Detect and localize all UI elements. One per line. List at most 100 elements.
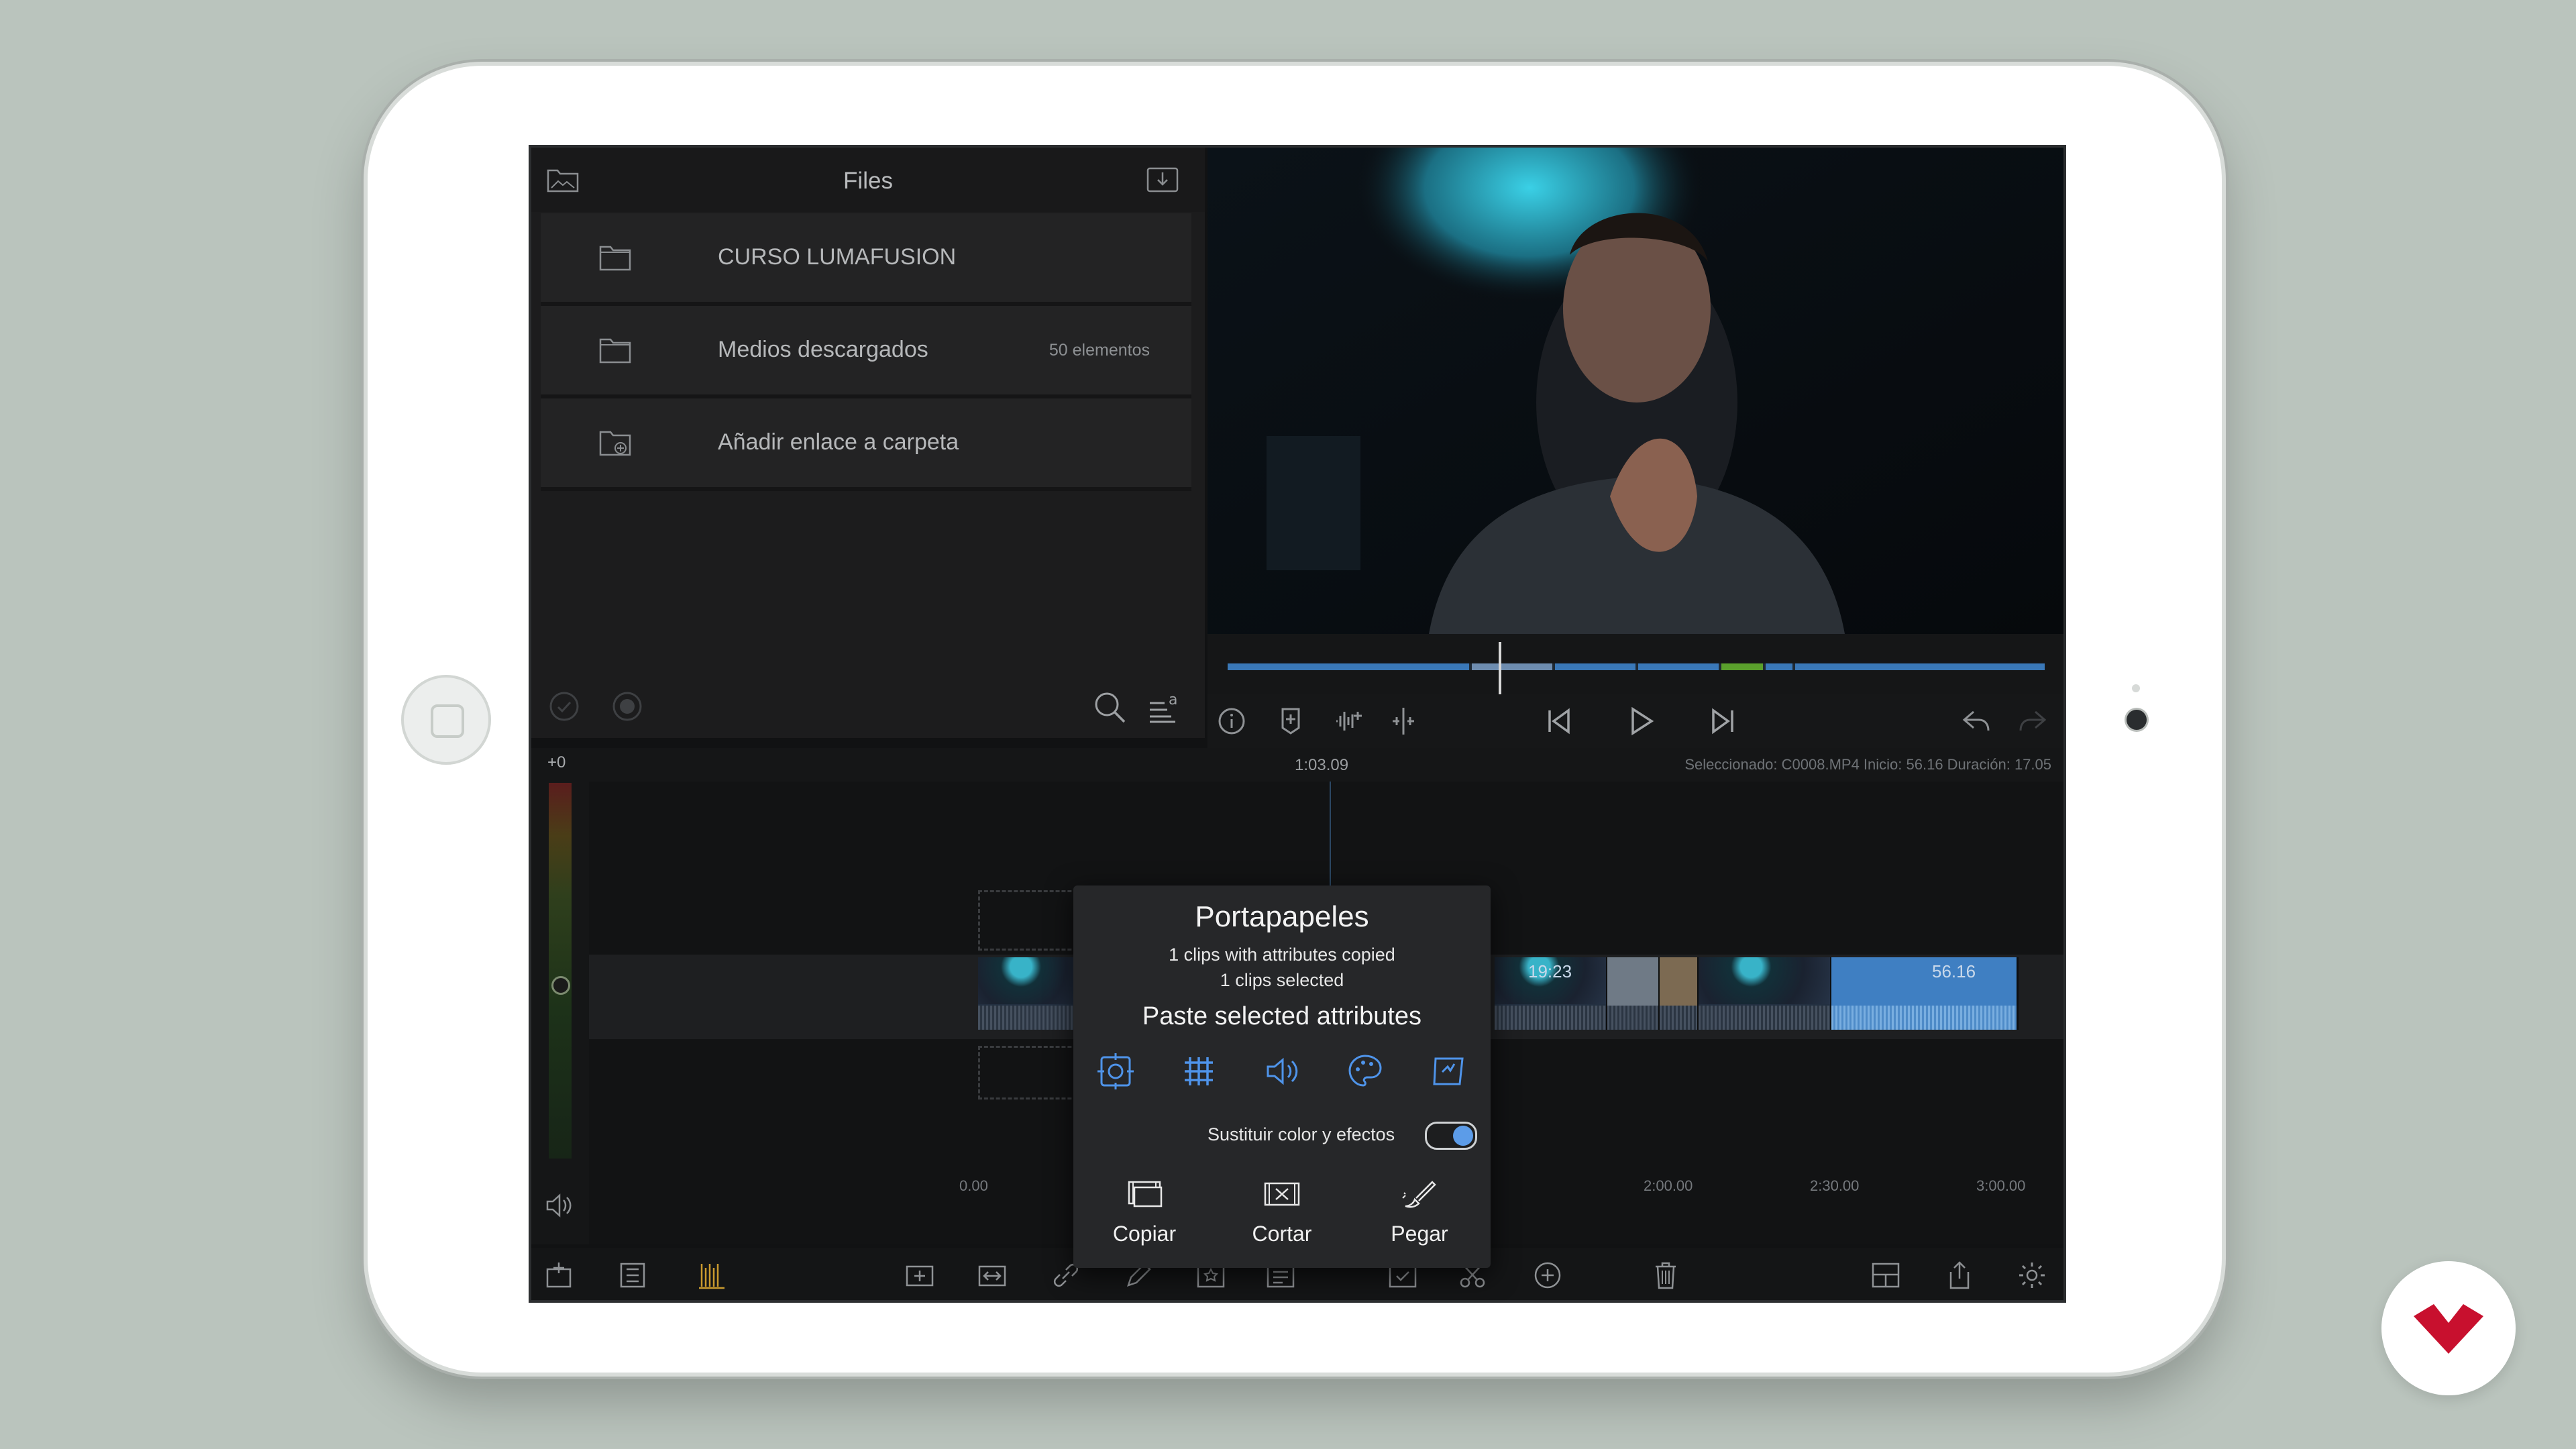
folder-label: Medios descargados xyxy=(718,337,928,362)
frame-fit-icon[interactable] xyxy=(1096,1052,1135,1091)
track-list-icon[interactable] xyxy=(617,1260,648,1291)
scrub-playhead[interactable] xyxy=(1499,642,1501,696)
clip-waveform xyxy=(1831,1006,2017,1030)
audio-icon[interactable] xyxy=(1263,1052,1301,1091)
speed-icon[interactable] xyxy=(1429,1052,1468,1091)
grid-effects-icon[interactable] xyxy=(1179,1052,1218,1091)
selection-info: Seleccionado: C0008.MP4 Inicio: 56.16 Du… xyxy=(1684,756,2051,773)
color-palette-icon[interactable] xyxy=(1346,1052,1385,1091)
folder-label: CURSO LUMAFUSION xyxy=(718,244,957,270)
replace-color-effects-toggle[interactable] xyxy=(1425,1122,1477,1150)
meter-bar xyxy=(549,783,572,1159)
add-track-icon[interactable] xyxy=(543,1260,574,1291)
preview-viewer[interactable] xyxy=(1208,148,2063,634)
files-title: Files xyxy=(843,168,893,194)
proximity-sensor xyxy=(2132,684,2140,692)
popover-selected-count: 1 clips selected xyxy=(1220,970,1344,990)
folder-count: 50 elementos xyxy=(1049,341,1150,360)
folder-row-add-link[interactable]: Añadir enlace a carpeta xyxy=(541,398,1191,491)
brand-logo-mark xyxy=(2414,1304,2483,1354)
folder-icon xyxy=(599,338,631,364)
cut-clip-icon xyxy=(1264,1182,1300,1206)
replace-color-effects-label: Sustituir color y efectos xyxy=(1208,1124,1395,1144)
speaker-icon[interactable] xyxy=(545,1192,574,1219)
add-marker-icon[interactable] xyxy=(1275,705,1307,737)
scrub-segment xyxy=(1228,663,1469,670)
timeline-clip[interactable] xyxy=(1699,957,1832,1030)
add-circle-icon[interactable] xyxy=(1532,1260,1563,1291)
sort-icon[interactable]: a xyxy=(1146,690,1182,726)
redo-icon[interactable] xyxy=(2017,705,2049,737)
import-icon[interactable] xyxy=(1146,166,1179,193)
timeline-clip[interactable]: 19:23 xyxy=(1495,957,1608,1030)
undo-icon[interactable] xyxy=(1960,705,1992,737)
skip-back-icon[interactable] xyxy=(1543,705,1575,737)
folder-icon xyxy=(599,246,631,271)
trash-icon[interactable] xyxy=(1650,1260,1681,1291)
transport-bar xyxy=(1208,694,2063,748)
paste-brush-icon xyxy=(1402,1181,1436,1208)
split-audio-icon[interactable] xyxy=(1387,705,1419,737)
timeline-clip[interactable] xyxy=(1607,957,1660,1030)
scrub-segment xyxy=(1555,663,1635,670)
timeline-ruler[interactable]: 1:03.09 Seleccionado: C0008.MP4 Inicio: … xyxy=(589,748,2063,782)
scrub-segment xyxy=(1638,663,1719,670)
preview-frame-image xyxy=(1208,148,2063,634)
meter-level-label: +0 xyxy=(547,753,566,771)
cut-button[interactable]: Cortar xyxy=(1235,1178,1329,1252)
clip-waveform xyxy=(1607,1006,1658,1030)
insert-clip-icon[interactable] xyxy=(904,1260,935,1291)
playhead-time: 1:03.09 xyxy=(1295,756,1349,774)
share-icon[interactable] xyxy=(1944,1260,1975,1291)
files-panel: Files CURSO LUMAFUSION Medios descargado… xyxy=(531,148,1205,738)
record-icon[interactable] xyxy=(610,690,644,723)
scrub-track[interactable] xyxy=(1228,663,2045,670)
clip-waveform xyxy=(1495,1006,1606,1030)
selected-timeline-clip[interactable]: 56.16 xyxy=(1831,957,2019,1030)
settings-gear-icon[interactable] xyxy=(2017,1260,2047,1291)
home-button[interactable] xyxy=(401,675,491,765)
timeline-clip[interactable] xyxy=(978,957,1087,1030)
toggle-knob xyxy=(1453,1126,1473,1146)
skip-forward-icon[interactable] xyxy=(1707,705,1739,737)
paste-button[interactable]: Pegar xyxy=(1373,1178,1466,1252)
ruler-tick-label: 3:00.00 xyxy=(1976,1177,2026,1194)
scrub-segment xyxy=(1721,663,1763,670)
copy-clip-icon xyxy=(1128,1181,1163,1208)
overwrite-clip-icon[interactable] xyxy=(977,1260,1008,1291)
popover-title: Portapapeles xyxy=(1195,900,1369,933)
info-icon[interactable] xyxy=(1216,705,1248,737)
clipboard-popover: Portapapeles 1 clips with attributes cop… xyxy=(1073,885,1491,1268)
preview-scrubber[interactable] xyxy=(1208,634,2063,696)
add-voiceover-icon[interactable] xyxy=(1332,705,1364,737)
ruler-tick-label: 2:30.00 xyxy=(1810,1177,1860,1194)
select-check-icon[interactable] xyxy=(547,690,581,723)
cut-label: Cortar xyxy=(1252,1222,1312,1246)
clip-thumbnail xyxy=(978,957,1085,1004)
scrub-segment xyxy=(1795,663,2045,670)
clip-label: 19:23 xyxy=(1528,961,1572,981)
folder-row-medios[interactable]: Medios descargados 50 elementos xyxy=(541,306,1191,398)
clip-thumbnail xyxy=(1699,957,1830,1004)
files-header: Files xyxy=(531,148,1205,212)
layout-icon[interactable] xyxy=(1870,1260,1901,1291)
meter-knob[interactable] xyxy=(551,976,570,995)
copy-button[interactable]: Copiar xyxy=(1097,1178,1191,1252)
timeline-zoom-icon[interactable] xyxy=(696,1260,727,1291)
popover-copied-count: 1 clips with attributes copied xyxy=(1169,945,1395,965)
brand-logo xyxy=(2381,1261,2516,1395)
paste-label: Pegar xyxy=(1391,1222,1448,1246)
folder-row-curso[interactable]: CURSO LUMAFUSION xyxy=(541,213,1191,306)
clip-waveform xyxy=(1699,1006,1830,1030)
folder-label: Añadir enlace a carpeta xyxy=(718,429,959,455)
play-icon[interactable] xyxy=(1625,705,1657,737)
clip-label: 56.16 xyxy=(1932,961,1976,981)
timeline-clip[interactable] xyxy=(1660,957,1699,1030)
clip-waveform xyxy=(978,1006,1085,1030)
search-icon[interactable] xyxy=(1092,690,1128,726)
front-camera xyxy=(2127,710,2147,730)
copy-label: Copiar xyxy=(1112,1222,1177,1246)
scrub-segment xyxy=(1472,663,1552,670)
svg-text:a: a xyxy=(1169,692,1177,708)
audio-meter: +0 xyxy=(531,748,589,1244)
